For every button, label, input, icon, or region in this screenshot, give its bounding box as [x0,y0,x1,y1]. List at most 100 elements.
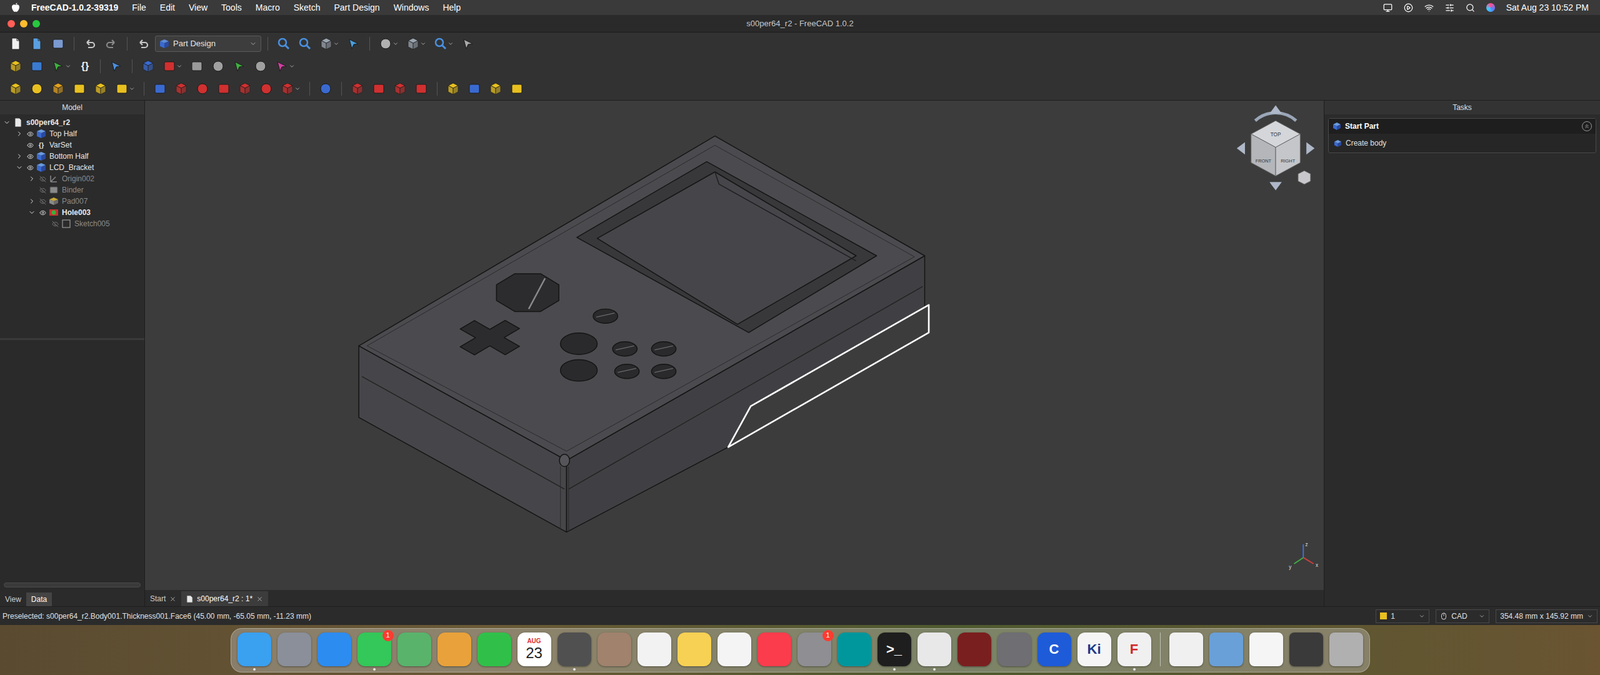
toolbar-button[interactable] [187,56,207,76]
toolbar-button[interactable] [230,56,249,76]
dock-document[interactable] [1209,632,1244,671]
dock-document[interactable] [1249,632,1284,671]
3d-viewport-canvas[interactable]: TOPFRONTRIGHTxyz [145,100,1324,590]
apple-logo-icon[interactable] [11,2,20,13]
collapsed-arrow-icon[interactable] [28,197,36,205]
hidden-eye-icon[interactable] [39,175,47,183]
toolbar-button[interactable] [27,79,47,99]
dock-item[interactable] [437,632,472,671]
task-box-header[interactable]: Start Part [1328,118,1596,134]
visible-eye-icon[interactable] [26,141,34,149]
tree-item[interactable]: Origin002 [0,173,145,185]
3d-view[interactable]: TOPFRONTRIGHTxyz [145,100,1324,590]
dock-item[interactable] [717,632,752,671]
property-tab[interactable]: Data [26,592,52,607]
toolbar-button[interactable] [150,79,170,99]
toolbar-button[interactable] [316,34,342,54]
toolbar-button[interactable] [70,79,89,99]
visible-eye-icon[interactable] [26,130,34,138]
toolbar-button[interactable] [48,34,68,54]
toolbar-button[interactable] [6,34,25,54]
toolbar-button[interactable] [6,79,25,99]
minimize-button[interactable] [20,20,28,28]
close-button[interactable] [7,20,15,28]
toolbar-button[interactable] [251,56,270,76]
toolbar-button[interactable] [411,79,431,99]
toolbar-button[interactable] [160,56,185,76]
menu-item[interactable]: View [188,1,208,15]
dock-item[interactable] [597,632,632,671]
collapsed-arrow-icon[interactable] [28,175,36,183]
toolbar-button[interactable] [48,79,68,99]
dock-item[interactable] [477,632,512,671]
workbench-dropdown[interactable]: Part Design [155,35,262,52]
display-icon[interactable] [1383,3,1393,13]
dock-item[interactable] [917,632,952,671]
hidden-eye-icon[interactable] [39,186,47,194]
dock-item[interactable]: AUG23 [517,632,552,671]
tree-item[interactable]: Sketch005 [0,218,145,230]
dock-item[interactable] [277,632,312,671]
draw-style-selector[interactable]: 1 [1375,609,1430,624]
toolbar-button[interactable] [431,34,457,54]
dock-item[interactable] [677,632,712,671]
dock-item[interactable]: Ki [1077,632,1112,671]
visible-eye-icon[interactable] [39,209,47,217]
device-model[interactable] [358,136,929,533]
toolbar-button[interactable] [193,79,212,99]
hidden-eye-icon[interactable] [39,198,47,205]
toolbar-button[interactable] [272,56,298,76]
expanded-arrow-icon[interactable] [3,118,11,127]
tree-item[interactable]: s00per64_r2 [0,116,145,129]
close-tab-icon[interactable] [169,595,177,603]
visible-eye-icon[interactable] [26,164,34,172]
toolbar-button[interactable] [208,56,228,76]
toolbar-button[interactable] [101,34,121,54]
expanded-arrow-icon[interactable] [15,163,24,172]
dock-item[interactable]: F [1117,632,1152,671]
dock-item[interactable] [997,632,1032,671]
toolbar-button[interactable] [91,79,110,99]
toolbar-button[interactable] [138,56,158,76]
dimension-display[interactable]: 354.48 mm x 145.92 mm [1495,609,1598,624]
toolbar-button[interactable] [486,79,505,99]
dock-item[interactable]: 1 [797,632,832,671]
toolbar-button[interactable] [403,34,429,54]
toolbar-button[interactable] [507,79,527,99]
dock-document[interactable] [1289,632,1324,671]
tree-item[interactable]: Hole003 [0,206,145,219]
menu-item[interactable]: Macro [255,1,280,15]
menu-item[interactable]: Windows [393,1,430,15]
menu-item[interactable]: Edit [160,1,175,15]
toolbar-button[interactable] [274,34,294,54]
menu-item[interactable]: Part Design [333,1,380,15]
horizontal-scrollbar[interactable] [3,582,141,588]
toolbar-button[interactable] [348,79,367,99]
toolbar-button[interactable] [106,56,126,76]
dock-item[interactable] [837,632,872,671]
tree-item[interactable]: Bottom Half [0,150,145,162]
collapsed-arrow-icon[interactable] [15,152,24,160]
clock[interactable]: Sat Aug 23 10:52 PM [1506,1,1589,15]
dock-item[interactable] [397,632,432,671]
toolbar-button[interactable] [171,79,191,99]
toolbar-button[interactable] [344,34,364,54]
siri-icon[interactable] [1486,3,1495,12]
control-center-icon[interactable] [1445,3,1455,13]
menu-item[interactable]: Tools [221,1,242,15]
now-playing-icon[interactable] [1403,3,1414,13]
toolbar-button[interactable] [390,79,410,99]
menu-item[interactable]: Sketch [293,1,321,15]
toolbar-button[interactable] [27,56,47,76]
dock-item[interactable]: 1 [357,632,392,671]
toolbar-button[interactable] [6,56,25,76]
collapse-button[interactable] [1581,121,1592,132]
preselected-face[interactable] [728,305,929,448]
toolbar-button[interactable] [316,79,335,99]
task-action[interactable]: Create body [1333,137,1591,149]
toolbar-button[interactable] [112,79,138,99]
collapsed-arrow-icon[interactable] [15,130,24,138]
app-menu[interactable]: FreeCAD-1.0.2-39319 [31,1,119,15]
document-tab[interactable]: Start [145,591,182,607]
dock-item[interactable] [637,632,672,671]
